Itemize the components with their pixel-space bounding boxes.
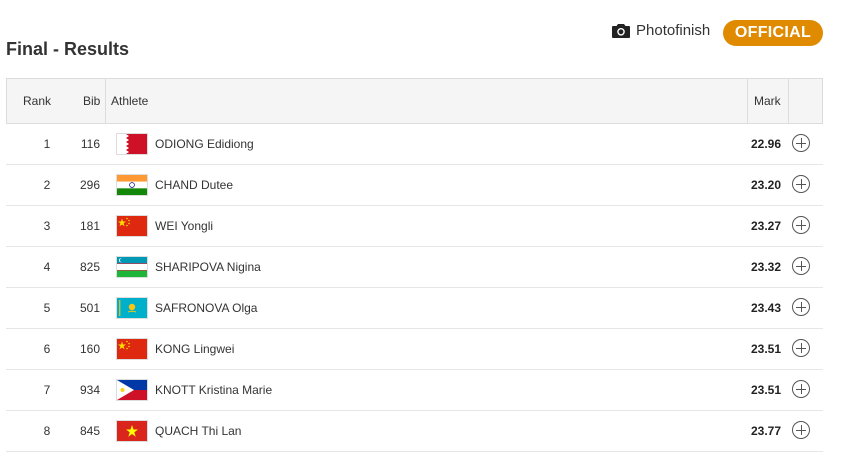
bahrain-flag-icon <box>116 133 148 155</box>
expand-row-plus-icon[interactable] <box>792 216 810 234</box>
table-row: 4 825 SHARIPOVA Nigina 23.32 <box>6 247 823 288</box>
mark-cell: 23.51 <box>750 383 781 397</box>
expand-row-plus-icon[interactable] <box>792 380 810 398</box>
rank-cell: 3 <box>43 219 51 233</box>
photofinish-label: Photofinish <box>636 22 711 39</box>
column-divider <box>747 79 748 123</box>
status-badge: OFFICIAL <box>723 20 823 46</box>
rank-cell: 6 <box>43 342 51 356</box>
bib-cell: 845 <box>79 424 100 438</box>
vietnam-flag-icon <box>116 420 148 442</box>
table-row: 7 934 KNOTT Kristina Marie 23.51 <box>6 370 823 411</box>
expand-row-plus-icon[interactable] <box>792 134 810 152</box>
athlete-name: SHARIPOVA Nigina <box>155 260 261 274</box>
athlete-name: KONG Lingwei <box>155 342 235 356</box>
table-header: Rank Bib Athlete Mark <box>6 78 823 124</box>
expand-row-plus-icon[interactable] <box>792 175 810 193</box>
column-header-rank: Rank <box>23 94 52 108</box>
table-row: 1 116 ODIONG Edidiong 22.96 <box>6 124 823 165</box>
bib-cell: 825 <box>79 260 100 274</box>
column-divider <box>788 79 789 123</box>
athlete-name: QUACH Thi Lan <box>155 424 242 438</box>
table-row: 8 845 QUACH Thi Lan 23.77 <box>6 411 823 452</box>
china-flag-icon <box>116 215 148 237</box>
camera-icon <box>612 23 630 38</box>
expand-row-plus-icon[interactable] <box>792 298 810 316</box>
athlete-name: SAFRONOVA Olga <box>155 301 258 315</box>
bib-cell: 296 <box>79 178 100 192</box>
uzbekistan-flag-icon <box>116 256 148 278</box>
mark-cell: 22.96 <box>750 137 781 151</box>
rank-cell: 2 <box>43 178 51 192</box>
bib-cell: 181 <box>79 219 100 233</box>
rank-cell: 4 <box>43 260 51 274</box>
philippines-flag-icon <box>116 379 148 401</box>
athlete-name: KNOTT Kristina Marie <box>155 383 273 397</box>
china-flag-icon <box>116 338 148 360</box>
rank-cell: 8 <box>43 424 51 438</box>
expand-row-plus-icon[interactable] <box>792 339 810 357</box>
table-row: 5 501 SAFRONOVA Olga 23.43 <box>6 288 823 329</box>
column-divider <box>105 79 106 123</box>
mark-cell: 23.27 <box>750 219 781 233</box>
mark-cell: 23.20 <box>750 178 781 192</box>
mark-cell: 23.43 <box>750 301 781 315</box>
expand-row-plus-icon[interactable] <box>792 257 810 275</box>
expand-row-plus-icon[interactable] <box>792 421 810 439</box>
mark-cell: 23.77 <box>750 424 781 438</box>
table-row: 3 181 WEI Yongli 23.27 <box>6 206 823 247</box>
kazakhstan-flag-icon <box>116 297 148 319</box>
bib-cell: 934 <box>79 383 100 397</box>
athlete-name: CHAND Dutee <box>155 178 234 192</box>
page-title: Final - Results <box>6 39 130 59</box>
mark-cell: 23.32 <box>750 260 781 274</box>
rank-cell: 7 <box>43 383 51 397</box>
rank-cell: 5 <box>43 301 51 315</box>
column-header-mark: Mark <box>754 94 781 108</box>
bib-cell: 116 <box>80 137 100 151</box>
column-header-athlete: Athlete <box>111 94 149 108</box>
rank-cell: 1 <box>43 137 51 151</box>
athlete-name: WEI Yongli <box>155 219 214 233</box>
bib-cell: 160 <box>79 342 100 356</box>
results-table: Rank Bib Athlete Mark 1 116 ODIONG Edidion… <box>6 78 823 452</box>
column-header-bib: Bib <box>83 94 101 108</box>
mark-cell: 23.51 <box>750 342 781 356</box>
table-row: 2 296 CHAND Dutee 23.20 <box>6 165 823 206</box>
photofinish-link[interactable]: Photofinish <box>612 22 710 39</box>
bib-cell: 501 <box>79 301 100 315</box>
table-row: 6 160 KONG Lingwei 23.51 <box>6 329 823 370</box>
india-flag-icon <box>116 174 148 196</box>
athlete-name: ODIONG Edidiong <box>155 137 254 151</box>
